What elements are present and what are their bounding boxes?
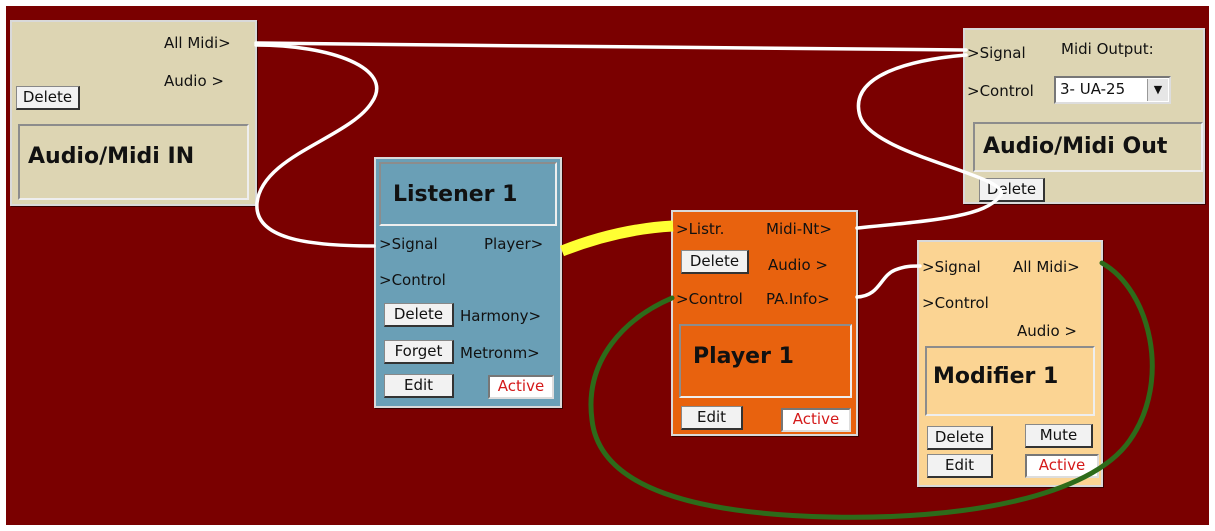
delete-button[interactable]: Delete bbox=[681, 250, 749, 274]
chevron-down-icon[interactable]: ▼ bbox=[1147, 79, 1168, 101]
node-title: Modifier 1 bbox=[925, 346, 1095, 416]
listener-input-port[interactable]: >Listr. bbox=[676, 220, 724, 238]
audio-midi-in-node[interactable]: All Midi> Audio > Delete Audio/Midi IN bbox=[10, 20, 257, 206]
modifier-node[interactable]: >Signal All Midi> >Control Audio > Modif… bbox=[917, 240, 1103, 487]
node-title: Player 1 bbox=[679, 324, 852, 398]
midi-output-label: Midi Output: bbox=[1061, 40, 1154, 58]
pa-info-output-port[interactable]: PA.Info> bbox=[766, 290, 830, 308]
active-toggle[interactable]: Active bbox=[488, 375, 554, 399]
harmony-output-port[interactable]: Harmony> bbox=[460, 307, 541, 325]
control-input-port[interactable]: >Control bbox=[676, 290, 743, 308]
audio-output-port[interactable]: Audio > bbox=[1017, 322, 1077, 340]
player-node[interactable]: >Listr. Midi-Nt> Delete Audio > >Control… bbox=[671, 210, 858, 436]
active-toggle[interactable]: Active bbox=[1025, 454, 1099, 478]
player-output-port[interactable]: Player> bbox=[484, 235, 543, 253]
signal-input-port[interactable]: >Signal bbox=[379, 235, 438, 253]
audio-output-port[interactable]: Audio > bbox=[164, 72, 224, 90]
delete-button[interactable]: Delete bbox=[384, 303, 454, 327]
delete-button[interactable]: Delete bbox=[927, 426, 993, 450]
control-input-port[interactable]: >Control bbox=[379, 271, 446, 289]
midi-output-select[interactable]: 3- UA-25 ▼ bbox=[1054, 76, 1171, 104]
all-midi-output-port[interactable]: All Midi> bbox=[164, 34, 231, 52]
node-title: Audio/Midi Out bbox=[973, 122, 1203, 172]
control-input-port[interactable]: >Control bbox=[967, 82, 1034, 100]
edit-button[interactable]: Edit bbox=[681, 406, 743, 430]
control-input-port[interactable]: >Control bbox=[922, 294, 989, 312]
delete-button[interactable]: Delete bbox=[979, 178, 1045, 202]
edit-button[interactable]: Edit bbox=[927, 454, 993, 478]
delete-button[interactable]: Delete bbox=[16, 86, 80, 110]
metronome-output-port[interactable]: Metronm> bbox=[460, 344, 540, 362]
node-title: Audio/Midi IN bbox=[18, 124, 249, 200]
all-midi-output-port[interactable]: All Midi> bbox=[1013, 258, 1080, 276]
signal-input-port[interactable]: >Signal bbox=[922, 258, 981, 276]
forget-button[interactable]: Forget bbox=[384, 340, 454, 364]
node-title: Listener 1 bbox=[379, 162, 557, 226]
midi-output-value: 3- UA-25 bbox=[1060, 80, 1126, 98]
listener-node[interactable]: Listener 1 >Signal Player> >Control Dele… bbox=[374, 157, 562, 408]
audio-output-port[interactable]: Audio > bbox=[768, 256, 828, 274]
signal-input-port[interactable]: >Signal bbox=[967, 44, 1026, 62]
edit-button[interactable]: Edit bbox=[384, 374, 454, 398]
active-toggle[interactable]: Active bbox=[781, 408, 851, 432]
audio-midi-out-node[interactable]: >Signal Midi Output: >Control 3- UA-25 ▼… bbox=[963, 28, 1205, 204]
midi-note-output-port[interactable]: Midi-Nt> bbox=[766, 220, 832, 238]
mute-button[interactable]: Mute bbox=[1025, 424, 1093, 448]
